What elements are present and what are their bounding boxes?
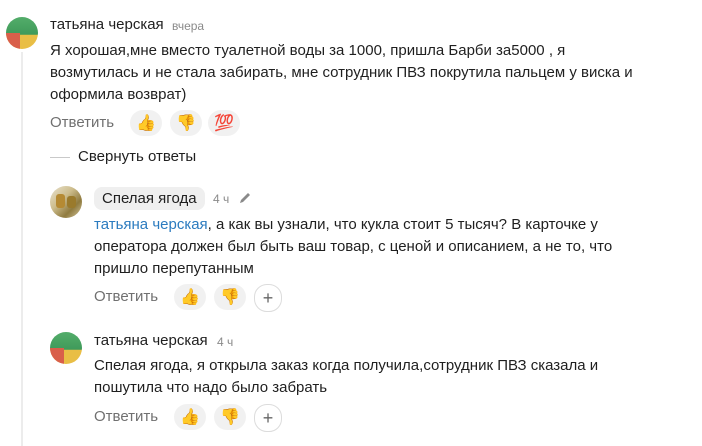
add-reaction-icon[interactable]: +: [254, 404, 282, 432]
thumbs-up-icon[interactable]: 👍: [174, 284, 206, 310]
reply-button[interactable]: Ответить: [50, 114, 114, 131]
add-reaction-icon[interactable]: +: [254, 284, 282, 312]
collapse-divider: [50, 157, 70, 158]
mention-link[interactable]: татьяна черская: [94, 216, 208, 233]
reply-author[interactable]: татьяна черская: [94, 332, 208, 349]
thumbs-up-icon[interactable]: 👍: [174, 404, 206, 430]
reply-text-line: Спелая ягода, я открыла заказ когда полу…: [94, 357, 599, 374]
comment-time: вчера: [172, 19, 205, 33]
collapse-replies-button[interactable]: Свернуть ответы: [78, 148, 196, 165]
pencil-icon[interactable]: [238, 191, 252, 205]
thumbs-down-icon[interactable]: 👎: [170, 110, 202, 136]
comment-text-line: Я хорошая,мне вместо туалетной воды за 1…: [50, 42, 566, 59]
reply-author[interactable]: Спелая ягода: [94, 187, 205, 210]
reply-button[interactable]: Ответить: [94, 408, 158, 425]
hundred-points-icon[interactable]: 💯: [208, 110, 240, 136]
comment-text-line: возмутилась и не стала забирать, мне сот…: [50, 64, 633, 81]
thumbs-down-icon[interactable]: 👎: [214, 284, 246, 310]
reply-time: 4 ч: [213, 192, 230, 206]
avatar[interactable]: [6, 17, 38, 49]
reply-time: 4 ч: [217, 335, 234, 349]
reply-text: татьяна черская, а как вы узнали, что ку…: [94, 214, 684, 280]
reply-text: Спелая ягода, я открыла заказ когда полу…: [94, 355, 684, 399]
reply-text-fragment: , а как вы узнали, что кукла стоит 5 тыс…: [207, 216, 598, 233]
avatar[interactable]: [50, 186, 82, 218]
reply-text-line: пошутила что надо было забрать: [94, 379, 328, 396]
reply-text-line: пришло перепутанным: [94, 260, 254, 277]
reply-text-line: татьяна черская, а как вы узнали, что ку…: [94, 214, 684, 236]
thread-line: [21, 52, 23, 446]
reply-text-line: оператора должен был быть ваш товар, с ц…: [94, 238, 613, 255]
comment-text: Я хорошая,мне вместо туалетной воды за 1…: [50, 40, 690, 106]
thumbs-up-icon[interactable]: 👍: [130, 110, 162, 136]
reply-button[interactable]: Ответить: [94, 288, 158, 305]
thumbs-down-icon[interactable]: 👎: [214, 404, 246, 430]
comment-text-line: оформила возврат): [50, 86, 187, 103]
avatar[interactable]: [50, 332, 82, 364]
comment-author[interactable]: татьяна черская: [50, 16, 164, 33]
